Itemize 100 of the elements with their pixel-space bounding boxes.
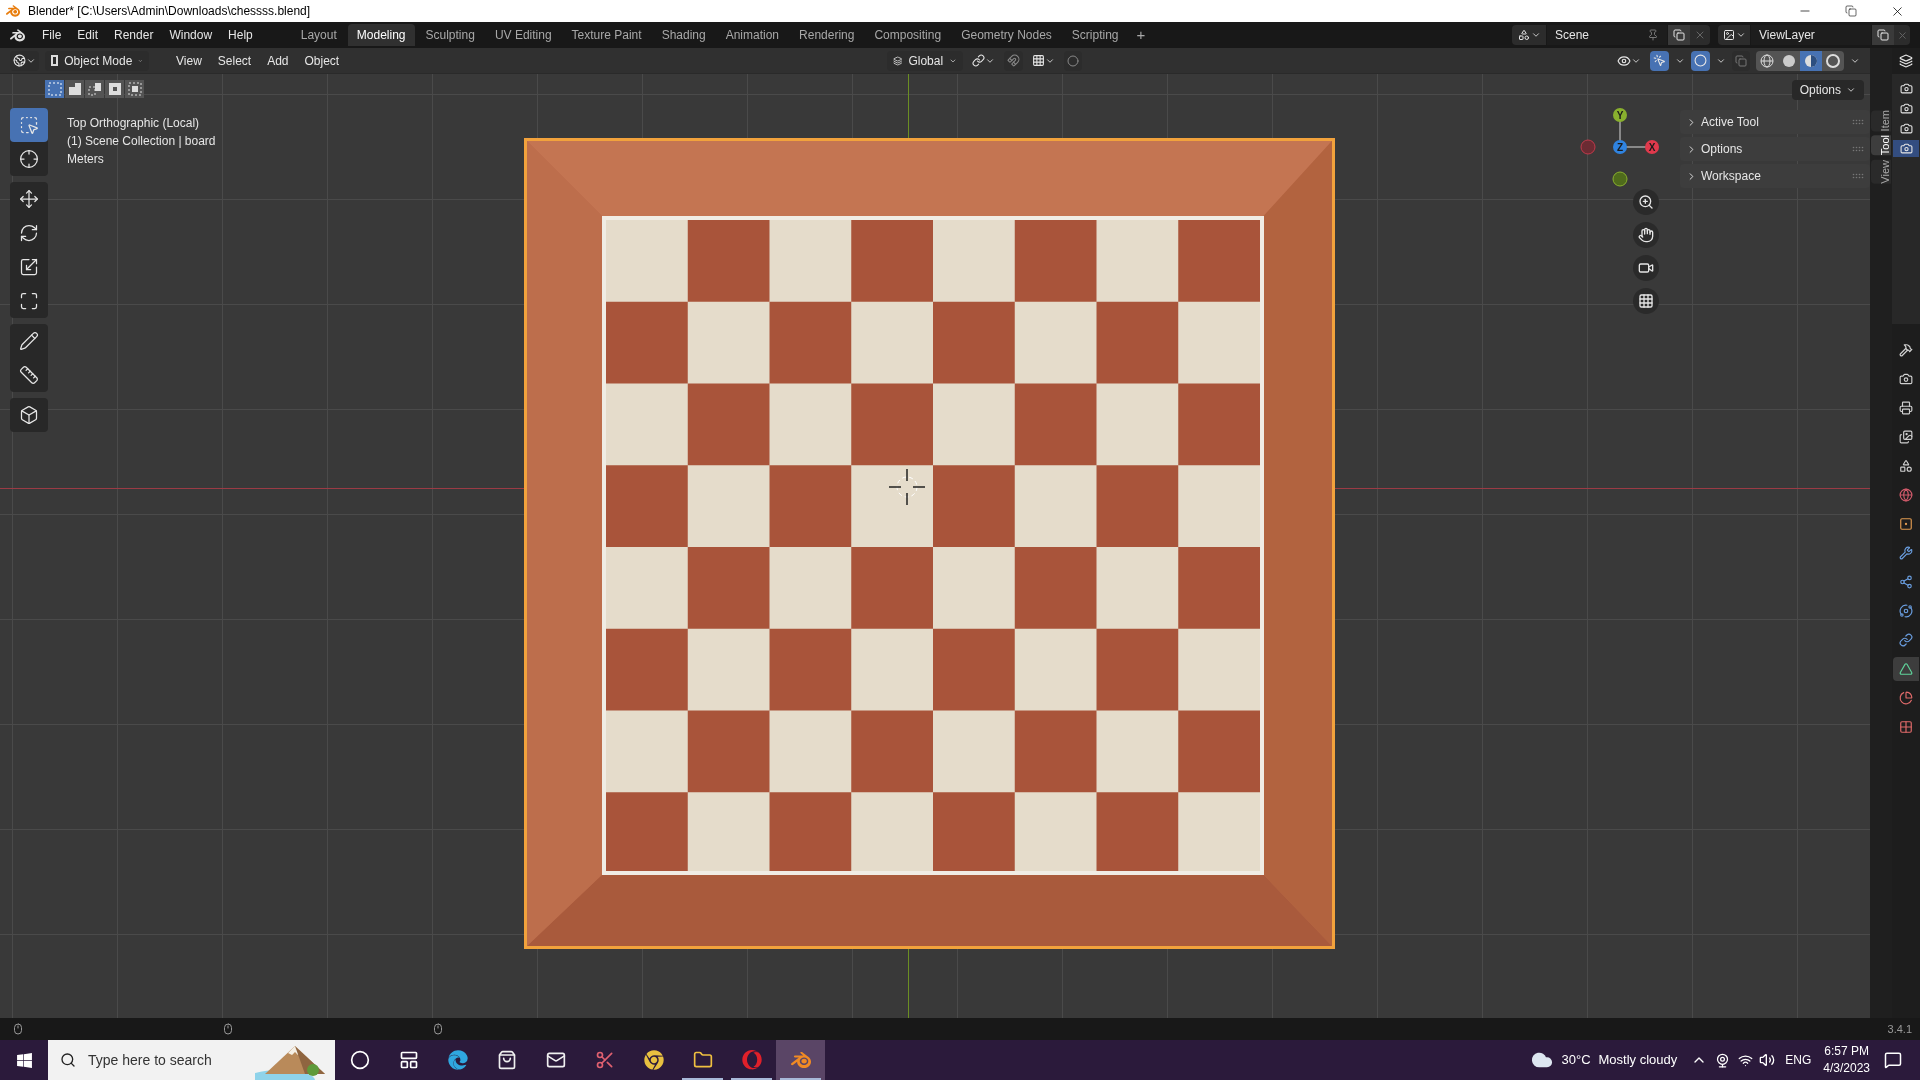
navigation-button[interactable] <box>1633 222 1659 248</box>
webcam-icon[interactable] <box>1715 1052 1731 1068</box>
drag-handle-icon[interactable] <box>1852 173 1864 179</box>
shading-mode-button[interactable] <box>1756 50 1778 71</box>
camera-icon <box>1638 260 1654 276</box>
workspace-tab[interactable]: Shading <box>652 24 715 46</box>
properties-tab[interactable] <box>1893 657 1919 681</box>
shading-mode-button[interactable] <box>1822 50 1844 71</box>
outliner-item[interactable] <box>1893 140 1919 157</box>
outliner-icon[interactable] <box>1899 54 1913 68</box>
sidebar-tab[interactable]: Tool <box>1871 135 1891 156</box>
delete-scene-button[interactable] <box>1690 25 1710 45</box>
pie-icon <box>1899 691 1913 705</box>
navigation-button[interactable] <box>1633 189 1659 215</box>
panel-title: Active Tool <box>1701 114 1760 131</box>
navigation-button[interactable] <box>1633 288 1659 314</box>
add-workspace-button[interactable]: + <box>1129 24 1153 46</box>
shading-mode-button[interactable] <box>1800 50 1822 71</box>
header-menu-item[interactable]: Object <box>297 50 347 71</box>
language-indicator[interactable]: ENG <box>1785 1051 1812 1069</box>
proportional-edit-button[interactable] <box>1064 50 1082 71</box>
notification-icon[interactable] <box>1884 1051 1902 1069</box>
panel-header[interactable]: Options <box>1680 137 1870 161</box>
circle-icon <box>1067 54 1079 67</box>
new-scene-button[interactable] <box>1668 25 1690 45</box>
workspace-tab[interactable]: Modeling <box>347 24 415 46</box>
drag-handle-icon[interactable] <box>1852 119 1864 125</box>
circle-icon <box>349 1050 370 1070</box>
mode-label: Object Mode <box>64 52 133 70</box>
new-view-layer-button[interactable] <box>1872 25 1894 45</box>
chevron-icon <box>1846 85 1856 95</box>
scene-field[interactable]: Scene <box>1547 25 1667 45</box>
mouse-icon <box>432 1023 444 1035</box>
panel-header[interactable]: Active Tool <box>1680 110 1870 134</box>
mode-dropdown[interactable]: Object Mode <box>45 50 149 71</box>
menu-item[interactable]: Help <box>221 24 260 46</box>
scene-type-button[interactable] <box>1512 25 1546 45</box>
select-mode-button[interactable] <box>105 80 124 98</box>
select-mode-button[interactable] <box>65 80 84 98</box>
pin-icon <box>1647 29 1659 41</box>
header-menu-item[interactable]: Select <box>210 50 259 71</box>
sidebar-tab[interactable]: View <box>1871 159 1891 184</box>
delete-view-layer-button[interactable] <box>1894 25 1910 45</box>
header-menu-item[interactable]: Add <box>260 50 296 71</box>
view-layer-field[interactable]: ViewLayer <box>1751 25 1871 45</box>
select-mode-button[interactable] <box>125 80 144 98</box>
selection-mode-icon <box>46 81 63 97</box>
snap-button[interactable] <box>1004 50 1023 71</box>
workspace-tab[interactable]: Animation <box>716 24 789 46</box>
workspace-tab[interactable]: Compositing <box>865 24 951 46</box>
workspace-tab[interactable]: Layout <box>291 24 346 46</box>
y-axis-handle[interactable]: Y <box>1613 108 1627 122</box>
header-menu-item[interactable]: View <box>169 50 209 71</box>
speaker-icon[interactable] <box>1759 1052 1776 1068</box>
nodes-icon <box>1899 575 1913 589</box>
viewport[interactable]: Top Orthographic (Local) (1) Scene Collection | board Meters Y Z X Options Active Tool Options Workspace <box>0 74 1870 1018</box>
z-axis-handle[interactable]: Z <box>1613 140 1627 154</box>
options-dropdown[interactable]: Options <box>1791 80 1864 100</box>
negative-y-handle[interactable] <box>1612 171 1628 187</box>
workspace-tab[interactable]: Sculpting <box>416 24 484 46</box>
images-icon <box>1899 430 1913 444</box>
sidebar-tab[interactable]: Item <box>1871 110 1891 132</box>
menu-item[interactable]: Render <box>107 24 161 46</box>
editor-type-button[interactable] <box>10 50 39 71</box>
menu-item[interactable]: Window <box>162 24 220 46</box>
viewport-info-text: (1) Scene Collection | board <box>67 133 216 150</box>
drag-handle-icon[interactable] <box>1852 146 1864 152</box>
shapes-icon <box>1517 29 1530 41</box>
x-axis-handle[interactable]: X <box>1645 140 1659 154</box>
workspace-tab[interactable]: Rendering <box>790 24 864 46</box>
menu-item[interactable]: Edit <box>70 24 106 46</box>
orientation-label: Global <box>908 52 944 70</box>
running-indicator <box>682 1078 723 1080</box>
menu-item[interactable]: File <box>35 24 69 46</box>
view-layer-type-button[interactable] <box>1718 25 1750 45</box>
navigation-button[interactable] <box>1633 255 1659 281</box>
close-icon <box>1694 29 1706 41</box>
link-icon <box>972 54 985 67</box>
3d-cursor-icon <box>887 467 927 507</box>
workspace-tab[interactable]: Texture Paint <box>562 24 651 46</box>
windows-logo-icon <box>15 1051 33 1069</box>
workspace-tab[interactable]: UV Editing <box>485 24 561 46</box>
shading-mode-button[interactable] <box>1778 50 1800 71</box>
overlay-toggle[interactable] <box>1691 50 1710 71</box>
workspace-tab[interactable]: Geometry Nodes <box>952 24 1061 46</box>
gizmo-toggle[interactable] <box>1650 50 1669 71</box>
clock-time: 6:57 PM <box>1824 1043 1869 1060</box>
chevron-icon <box>1530 30 1541 40</box>
search-icon <box>60 1052 76 1068</box>
negative-x-handle[interactable] <box>1580 139 1596 155</box>
wifi-icon[interactable] <box>1738 1052 1754 1068</box>
orientation-dropdown[interactable]: Global <box>887 50 963 71</box>
selection-mode-icon <box>106 81 123 97</box>
select-mode-button[interactable] <box>85 80 104 98</box>
printer-icon <box>1899 401 1913 415</box>
square-icon <box>51 55 59 66</box>
scale-icon <box>19 257 39 277</box>
workspace-tab[interactable]: Scripting <box>1062 24 1128 46</box>
blender-logo-icon[interactable] <box>10 27 25 43</box>
panel-header[interactable]: Workspace <box>1680 164 1870 188</box>
